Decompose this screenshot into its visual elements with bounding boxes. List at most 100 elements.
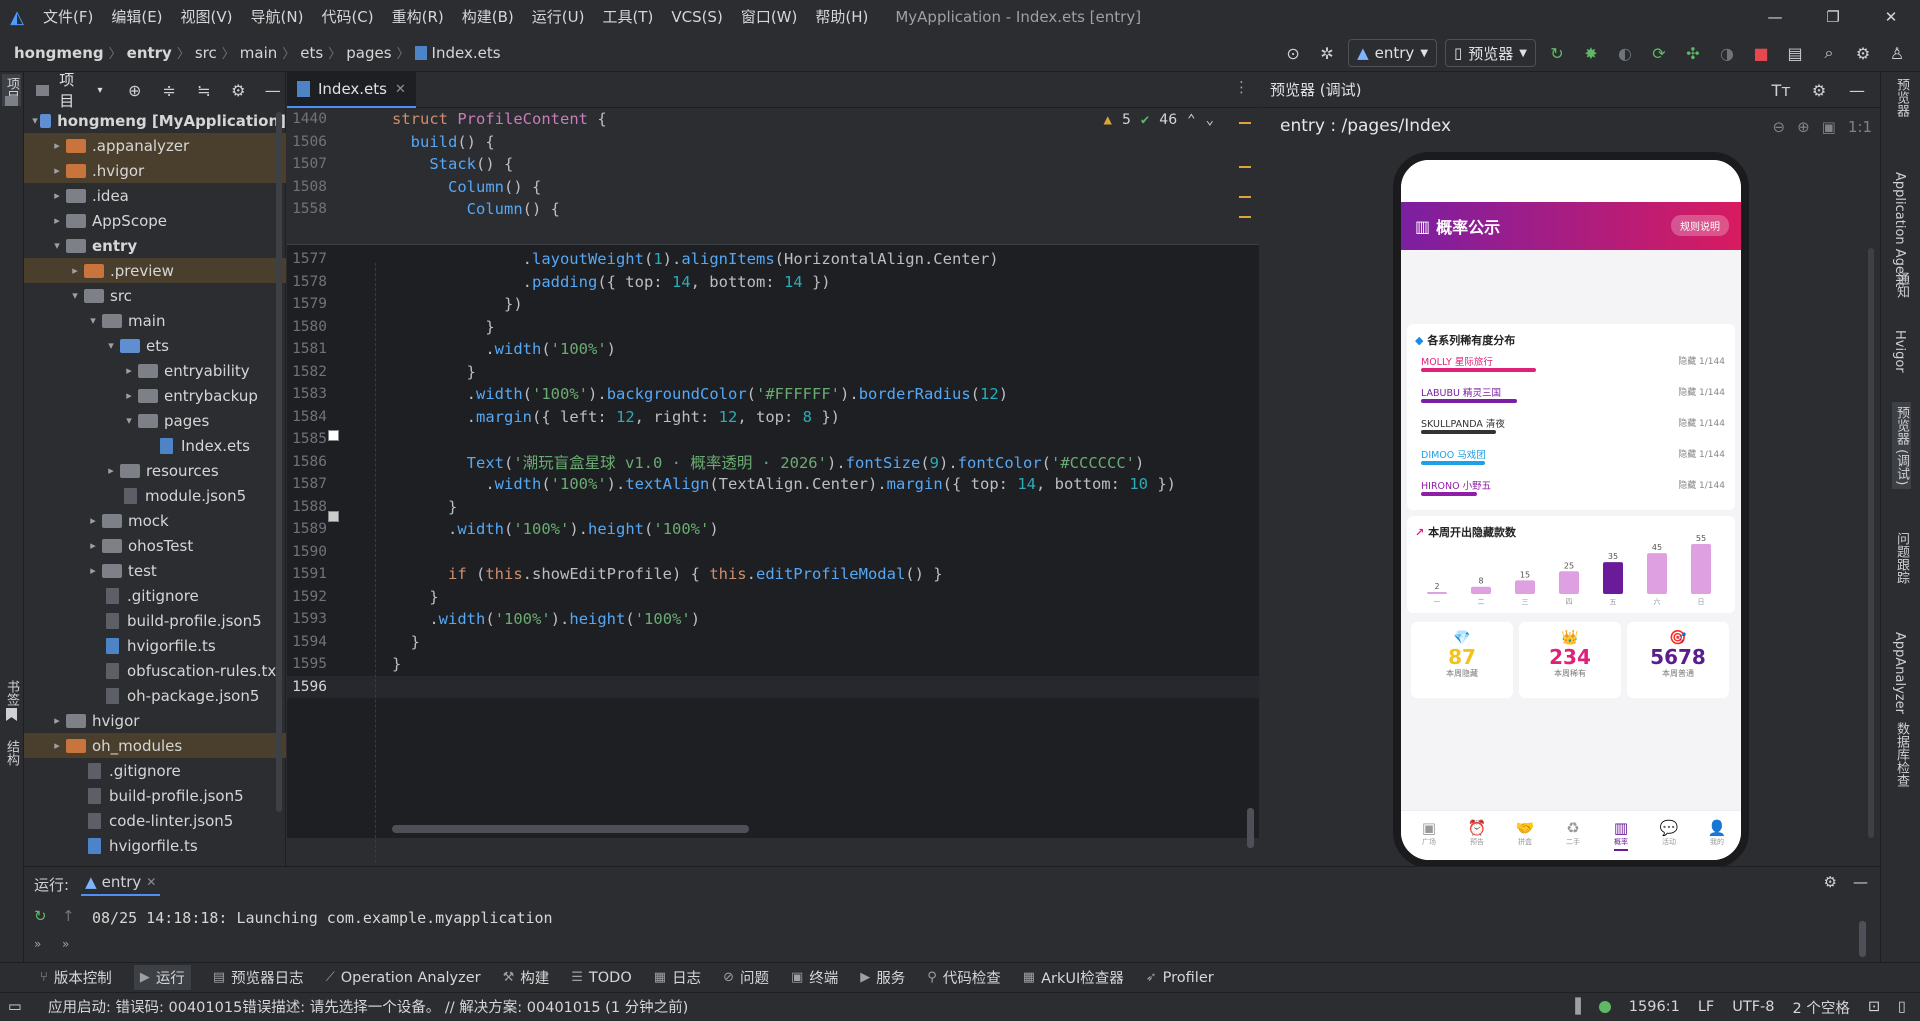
bottom-tool-item[interactable]: ⟋ Operation Analyzer	[326, 970, 481, 986]
right-tool-item[interactable]: Hvigor	[1892, 330, 1907, 373]
apply-changes-icon[interactable]: ⟳	[1646, 40, 1672, 66]
device-manager-icon[interactable]: ▤	[1782, 40, 1808, 66]
tree-item[interactable]: ▸ .idea	[24, 183, 286, 208]
more-tabs-icon[interactable]: ⋮	[1234, 78, 1249, 96]
hide-panel-icon[interactable]: —	[261, 77, 286, 103]
run-settings-icon[interactable]: ⚙	[1824, 873, 1837, 891]
more-icon[interactable]: »	[34, 937, 41, 951]
chevron-down-icon[interactable]: ▾	[102, 339, 120, 352]
tree-item[interactable]: ▸ resources	[24, 458, 286, 483]
zoom-in-icon[interactable]: ⊕	[1797, 118, 1810, 136]
warning-marker-4[interactable]	[1239, 216, 1251, 218]
tree-item[interactable]: ▸ entrybackup	[24, 383, 286, 408]
log-scrollbar[interactable]	[1859, 921, 1866, 957]
tree-item[interactable]: ▾ main	[24, 308, 286, 333]
close-run-tab-icon[interactable]: ✕	[146, 875, 156, 889]
chevron-right-icon[interactable]: ▸	[84, 514, 102, 527]
tree-item[interactable]: ▸ AppScope	[24, 208, 286, 233]
chevron-down-icon[interactable]: ▾	[66, 289, 84, 302]
actual-size-icon[interactable]: 1:1	[1848, 118, 1872, 136]
app-nav-item[interactable]: 👤 我的	[1693, 819, 1741, 847]
breadcrumb-item[interactable]: hongmeng	[14, 44, 104, 62]
code-editor[interactable]: 1440 struct ProfileContent {1506 build() …	[287, 108, 1259, 863]
warning-marker[interactable]	[1239, 122, 1251, 124]
tree-scrollbar[interactable]	[276, 112, 282, 812]
prev-highlight-icon[interactable]: ⌃	[1187, 112, 1195, 128]
menu-item[interactable]: 工具(T)	[593, 0, 662, 34]
chevron-right-icon[interactable]: ▸	[48, 714, 66, 727]
restore-button[interactable]: ❐	[1804, 0, 1862, 34]
rules-button[interactable]: 规则说明	[1671, 215, 1729, 236]
tree-item[interactable]: hvigorfile.ts	[24, 633, 286, 658]
coverage-icon[interactable]: ◑	[1714, 40, 1740, 66]
tree-item[interactable]: ▾ src	[24, 283, 286, 308]
font-size-icon[interactable]: Tᴛ	[1768, 77, 1794, 103]
menu-item[interactable]: 编辑(E)	[102, 0, 171, 34]
chevron-right-icon[interactable]: ▸	[48, 164, 66, 177]
run-tab-entry[interactable]: ▲ entry ✕	[81, 873, 161, 896]
menu-item[interactable]: 重构(R)	[383, 0, 453, 34]
tree-item[interactable]: .gitignore	[24, 583, 286, 608]
chevron-right-icon[interactable]: ▸	[102, 464, 120, 477]
color-swatch-white[interactable]	[328, 430, 339, 441]
bottom-tool-item[interactable]: ⑂ 版本控制	[40, 967, 112, 988]
breadcrumb-item[interactable]: ets	[300, 44, 323, 62]
chevron-right-icon[interactable]: ▸	[120, 364, 138, 377]
tool-bookmarks[interactable]: 书签	[2, 680, 21, 706]
rerun-icon[interactable]: ↻	[1544, 40, 1570, 66]
stop-icon[interactable]: ■	[1748, 40, 1774, 66]
bottom-tool-item[interactable]: ➶ Profiler	[1146, 970, 1214, 986]
menu-item[interactable]: 导航(N)	[242, 0, 313, 34]
tree-item[interactable]: ▸ mock	[24, 508, 286, 533]
menu-item[interactable]: 构建(B)	[453, 0, 523, 34]
locate-icon[interactable]: ⊕	[123, 77, 148, 103]
chevron-right-icon[interactable]: ▸	[84, 564, 102, 577]
chevron-down-icon[interactable]: ▾	[120, 414, 138, 427]
tree-item[interactable]: ▸ .appanalyzer	[24, 133, 286, 158]
collapse-all-icon[interactable]: ≒	[192, 77, 217, 103]
rerun-run-icon[interactable]: ↻	[34, 907, 47, 925]
bottom-tool-item[interactable]: ☰ TODO	[571, 970, 632, 986]
tree-item[interactable]: ▾ hongmeng [MyApplication]	[24, 108, 286, 133]
bottom-tool-item[interactable]: ▦ ArkUI检查器	[1023, 967, 1124, 988]
bottom-tool-item[interactable]: ▦ 日志	[654, 967, 701, 988]
breadcrumb-item[interactable]: entry	[127, 44, 172, 62]
tree-item[interactable]: ▸ oh_modules	[24, 733, 286, 758]
menu-item[interactable]: 帮助(H)	[806, 0, 877, 34]
bottom-tool-item[interactable]: ▶ 运行	[133, 965, 191, 990]
bottom-tool-item[interactable]: ⚲ 代码检查	[927, 967, 1001, 988]
warning-marker-3[interactable]	[1239, 196, 1251, 198]
app-nav-item[interactable]: 🤝 拼盒	[1501, 819, 1549, 847]
line-separator[interactable]: LF	[1698, 999, 1714, 1015]
previewer-settings-icon[interactable]: ⚙	[1806, 77, 1832, 103]
settings-gear-icon[interactable]: ⚙	[1850, 40, 1876, 66]
right-tool-item[interactable]: 通知	[1892, 272, 1911, 298]
right-tool-item[interactable]: 数据库检查	[1892, 722, 1911, 787]
readonly-lock-icon[interactable]: ⊡	[1868, 999, 1880, 1015]
caret-position[interactable]: 1596:1	[1629, 999, 1680, 1015]
tree-item[interactable]: oh-package.json5	[24, 683, 286, 708]
minimize-button[interactable]: —	[1746, 0, 1804, 34]
profile-icon[interactable]: ✣	[1680, 40, 1706, 66]
bottom-tool-item[interactable]: ▣ 终端	[791, 967, 838, 988]
tree-item[interactable]: ▾ ets	[24, 333, 286, 358]
bottom-tool-item[interactable]: ⚒ 构建	[503, 967, 550, 988]
tree-item[interactable]: code-linter.json5	[24, 808, 286, 833]
bottom-tool-item[interactable]: ▶ 服务	[860, 967, 905, 988]
tree-item[interactable]: module.json5	[24, 483, 286, 508]
scroll-up-icon[interactable]: ↑	[62, 907, 75, 925]
tree-item[interactable]: hvigorfile.ts	[24, 833, 286, 858]
app-nav-item[interactable]: ▥ 概率	[1597, 819, 1645, 851]
right-tool-item[interactable]: Application Agent	[1892, 172, 1907, 287]
tree-item[interactable]: ▾ entry	[24, 233, 286, 258]
inspection-widget[interactable]: ▲ 5 ✔ 46 ⌃ ⌄	[1104, 112, 1215, 128]
right-tool-item[interactable]: AppAnalyzer	[1892, 632, 1907, 714]
breadcrumb-item[interactable]: main	[240, 44, 277, 62]
chevron-down-icon[interactable]: ▾	[48, 239, 66, 252]
chevron-right-icon[interactable]: ▸	[48, 739, 66, 752]
color-swatch-gray[interactable]	[328, 511, 339, 522]
device-select[interactable]: ▯ 预览器 ▼	[1445, 39, 1536, 67]
user-icon[interactable]: ♙	[1884, 40, 1910, 66]
tree-item[interactable]: .gitignore	[24, 758, 286, 783]
tree-item[interactable]: ▾ pages	[24, 408, 286, 433]
